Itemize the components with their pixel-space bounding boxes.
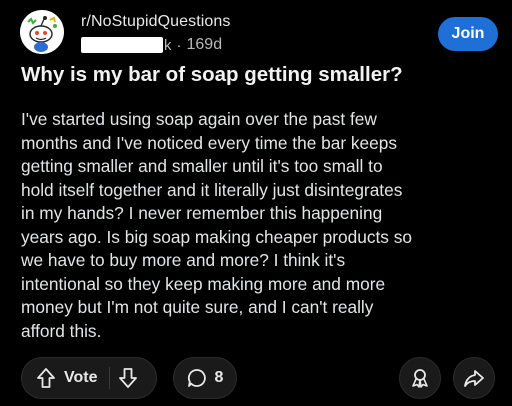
reddit-post: r/NoStupidQuestions k · 169d Join Why is… bbox=[0, 0, 512, 406]
award-button[interactable] bbox=[399, 357, 441, 399]
subreddit-name[interactable]: r/NoStupidQuestions bbox=[81, 12, 231, 32]
post-actions-bar: Vote 8 bbox=[21, 357, 498, 401]
join-button[interactable]: Join bbox=[438, 17, 498, 51]
meta-separator: · bbox=[176, 36, 182, 54]
arrow-down-icon bbox=[118, 367, 138, 389]
post-body: I've started using soap again over the p… bbox=[21, 109, 412, 341]
speech-bubble-icon bbox=[187, 368, 207, 388]
share-button[interactable] bbox=[453, 357, 495, 399]
post-header: r/NoStupidQuestions k · 169d Join bbox=[20, 10, 498, 56]
downvote-button[interactable] bbox=[118, 358, 148, 398]
vote-label: Vote bbox=[64, 369, 98, 386]
post-meta: r/NoStupidQuestions k · 169d bbox=[81, 12, 231, 55]
comment-count: 8 bbox=[214, 369, 224, 386]
post-title[interactable]: Why is my bar of soap getting smaller? bbox=[21, 62, 501, 88]
vote-divider bbox=[109, 367, 111, 389]
redacted-username bbox=[81, 37, 163, 53]
comments-button[interactable]: 8 bbox=[173, 357, 237, 399]
post-age: 169d bbox=[186, 36, 223, 53]
post-meta-row: k · 169d bbox=[81, 35, 231, 55]
upvote-button[interactable]: Vote bbox=[22, 358, 105, 398]
vote-control: Vote bbox=[21, 357, 157, 399]
arrow-up-icon bbox=[36, 367, 56, 389]
award-ribbon-icon bbox=[409, 367, 431, 389]
share-arrow-icon bbox=[463, 368, 485, 388]
subreddit-avatar-icon[interactable] bbox=[20, 10, 64, 54]
username-tail[interactable]: k bbox=[164, 37, 172, 54]
